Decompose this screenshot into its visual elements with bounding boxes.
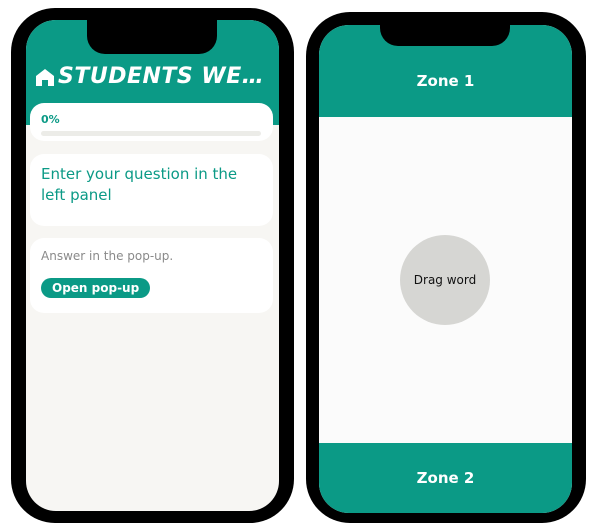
progress-bar <box>41 131 261 136</box>
page-title: STUDENTS WE… <box>34 64 264 89</box>
question-card: Enter your question in the left panel <box>30 154 273 226</box>
phone-notch <box>87 20 217 54</box>
question-text: Enter your question in the left panel <box>41 165 238 204</box>
drop-zone-1-label: Zone 1 <box>416 72 475 90</box>
home-icon[interactable] <box>34 66 56 88</box>
drop-zone-2[interactable]: Zone 2 <box>319 443 572 513</box>
drop-zone-2-label: Zone 2 <box>416 469 475 487</box>
right-phone-frame: Zone 1 Drag word Zone 2 <box>306 12 586 523</box>
open-popup-button[interactable]: Open pop-up <box>41 278 151 298</box>
answer-card: Answer in the pop-up. Open pop-up <box>30 238 273 313</box>
left-phone-frame: STUDENTS WE… 0% Enter your question in t… <box>11 8 294 523</box>
progress-card: 0% <box>30 103 273 141</box>
drag-word-token[interactable]: Drag word <box>400 235 490 325</box>
right-phone-screen: Zone 1 Drag word Zone 2 <box>319 25 572 513</box>
progress-label: 0% <box>41 113 60 126</box>
page-title-text: STUDENTS WE… <box>58 64 265 89</box>
answer-hint: Answer in the pop-up. <box>41 249 174 263</box>
phone-notch <box>380 25 510 46</box>
left-phone-screen: STUDENTS WE… 0% Enter your question in t… <box>26 20 279 511</box>
